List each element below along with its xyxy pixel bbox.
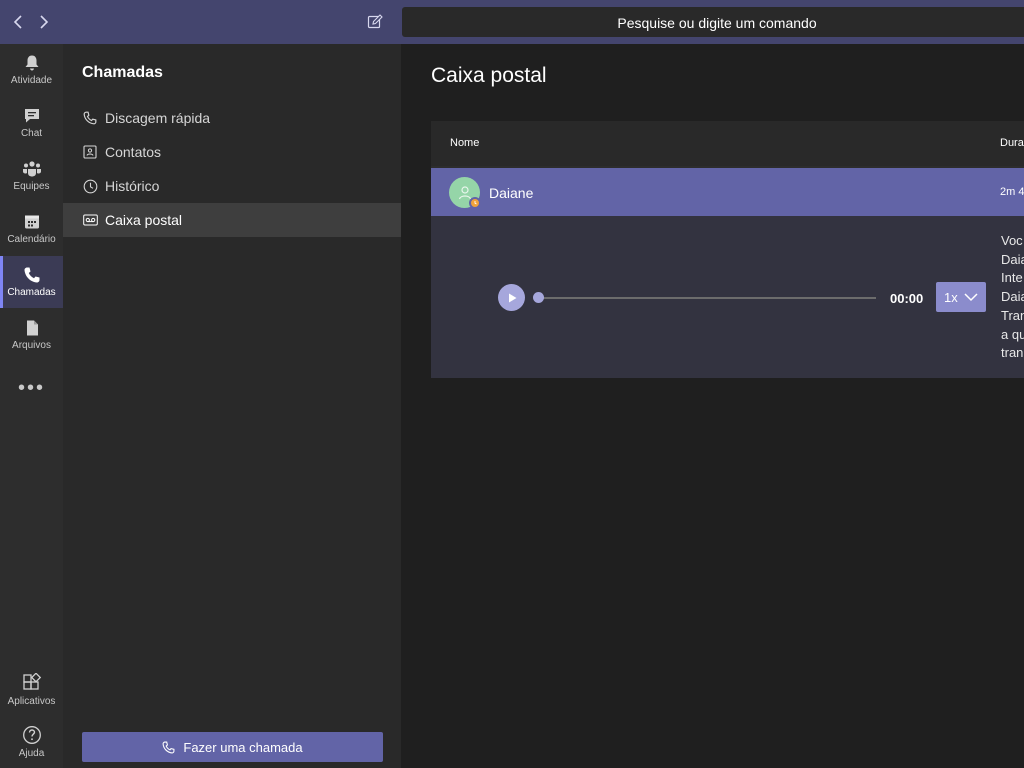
contact-card-icon: [82, 144, 98, 160]
column-header-duration[interactable]: Dura: [1000, 137, 1024, 149]
rail-item-calendar[interactable]: Calendário: [0, 203, 63, 255]
rail-item-files[interactable]: Arquivos: [0, 309, 63, 361]
table-row[interactable]: Daiane 2m 4: [431, 168, 1024, 216]
panel-item-history[interactable]: Histórico: [63, 169, 401, 203]
panel-title: Chamadas: [82, 64, 163, 81]
bell-icon: [23, 54, 41, 72]
rail-item-apps[interactable]: Aplicativos: [0, 664, 63, 716]
calls-panel: Chamadas Discagem rápida Contatos Histór…: [63, 44, 401, 768]
transcript-line: Tran: [1001, 307, 1024, 323]
playback-time: 00:00: [890, 291, 924, 306]
rail-item-help[interactable]: Ajuda: [0, 716, 63, 768]
calendar-icon: [23, 213, 41, 231]
transcript-text: Voc Daia Inte Daia Tran a qu tran: [1001, 232, 1024, 363]
app-rail: Atividade Chat Equipes Calendário Chamad…: [0, 44, 63, 768]
rail-label: Arquivos: [12, 340, 51, 351]
seek-track[interactable]: [538, 297, 876, 299]
voicemail-icon: [82, 212, 98, 228]
panel-item-label: Histórico: [105, 178, 160, 194]
panel-item-voicemail[interactable]: Caixa postal: [63, 203, 401, 237]
play-icon: [508, 293, 516, 302]
chat-icon: [23, 107, 41, 125]
transcript-line: a qu: [1001, 326, 1024, 342]
rail-more-button[interactable]: •••: [0, 362, 63, 414]
phone-icon: [23, 266, 41, 284]
panel-item-label: Caixa postal: [105, 212, 183, 228]
speed-value: 1x: [944, 289, 958, 305]
file-icon: [23, 319, 41, 337]
teams-icon: [22, 160, 42, 178]
back-arrow-icon[interactable]: [8, 12, 28, 32]
help-icon: [22, 725, 42, 745]
transcript-line: tran: [1001, 345, 1024, 361]
transcript-line: Voc: [1001, 233, 1023, 248]
panel-item-contacts[interactable]: Contatos: [63, 135, 401, 169]
rail-label: Equipes: [13, 181, 50, 192]
play-button[interactable]: [498, 284, 525, 311]
rail-label: Ajuda: [18, 748, 45, 759]
apps-icon: [22, 673, 42, 693]
search-placeholder: Pesquise ou digite um comando: [617, 15, 817, 31]
make-call-label: Fazer uma chamada: [183, 739, 303, 755]
phone-icon: [162, 741, 175, 754]
page-title: Caixa postal: [431, 64, 547, 87]
panel-item-label: Discagem rápida: [105, 110, 211, 126]
playback-speed-dropdown[interactable]: 1x: [936, 282, 986, 312]
main-content: Caixa postal Nome Dura Daiane 2m 4 00:00: [401, 44, 1024, 768]
make-call-button[interactable]: Fazer uma chamada: [82, 732, 383, 762]
forward-arrow-icon[interactable]: [34, 12, 54, 32]
title-bar: Pesquise ou digite um comando: [0, 0, 1024, 44]
rail-item-teams[interactable]: Equipes: [0, 150, 63, 202]
more-icon: •••: [17, 377, 45, 399]
clock-icon: [82, 178, 98, 194]
rail-label: Chamadas: [7, 287, 56, 298]
duration-value: 2m 4: [1000, 186, 1024, 198]
panel-item-speed-dial[interactable]: Discagem rápida: [63, 101, 401, 135]
transcript-line: Daia: [1001, 251, 1024, 267]
voicemail-table: Nome Dura Daiane 2m 4 00:00 1x Voc Dai I…: [431, 121, 1024, 378]
chevron-down-icon: [964, 292, 978, 302]
rail-label: Calendário: [7, 234, 56, 245]
rail-item-activity[interactable]: Atividade: [0, 44, 63, 96]
rail-label: Aplicativos: [7, 696, 56, 707]
transcript-line: Inte: [1001, 270, 1023, 286]
seek-handle[interactable]: [533, 292, 544, 303]
rail-label: Atividade: [10, 75, 53, 86]
column-header-name[interactable]: Nome: [450, 137, 479, 149]
rail-item-chat[interactable]: Chat: [0, 97, 63, 149]
compose-icon[interactable]: [364, 11, 386, 33]
phone-icon: [82, 110, 98, 126]
presence-away-icon: [469, 197, 481, 209]
rail-item-calls[interactable]: Chamadas: [0, 256, 63, 308]
panel-item-label: Contatos: [105, 144, 162, 160]
caller-name: Daiane: [489, 185, 534, 201]
table-header: Nome Dura: [431, 121, 1024, 166]
search-input[interactable]: Pesquise ou digite um comando: [402, 7, 1024, 37]
voicemail-details: 00:00 1x Voc Daia Inte Daia Tran a qu tr…: [431, 216, 1024, 378]
transcript-line: Daia: [1001, 289, 1024, 305]
rail-label: Chat: [20, 128, 43, 139]
